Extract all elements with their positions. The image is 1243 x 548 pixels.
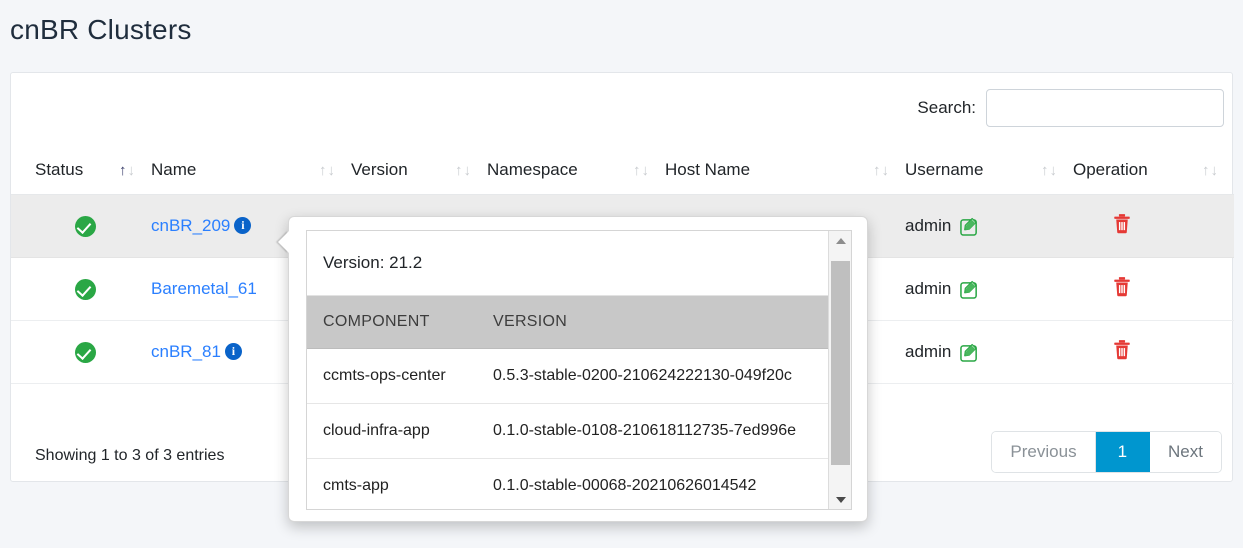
sort-up-icon: ↑ — [1041, 161, 1049, 179]
username-value: admin — [905, 216, 952, 235]
cluster-name-link[interactable]: cnBR_81 — [151, 342, 221, 361]
cluster-name-link[interactable]: Baremetal_61 — [151, 279, 257, 298]
username-value: admin — [905, 342, 952, 361]
sort-up-icon: ↑ — [455, 161, 463, 179]
sort-up-icon: ↑ — [873, 161, 881, 179]
search-label: Search: — [917, 98, 976, 117]
pagination-page-1[interactable]: 1 — [1095, 432, 1151, 472]
cell-status — [11, 320, 151, 384]
component-row: ccmts-ops-center 0.5.3-stable-0200-21062… — [307, 348, 828, 404]
component-version: 0.1.0-stable-00068-20210626014542 — [477, 458, 828, 509]
popover-scrollbar[interactable] — [828, 231, 851, 509]
table-header-row: Status ↑ ↓ Name ↑ ↓ Version ↑ ↓ Namespac… — [11, 148, 1234, 195]
scrollbar-up-button[interactable] — [829, 231, 851, 250]
edit-icon[interactable] — [960, 343, 979, 362]
delete-icon[interactable] — [1113, 276, 1131, 297]
sort-down-icon: ↓ — [127, 161, 136, 179]
table-info: Showing 1 to 3 of 3 entries — [35, 447, 225, 464]
scrollbar-down-button[interactable] — [829, 490, 851, 509]
column-header-operation[interactable]: Operation ↑ ↓ — [1073, 148, 1234, 195]
search-input[interactable] — [986, 89, 1224, 127]
chevron-up-icon — [835, 237, 846, 244]
sort-down-icon: ↓ — [1049, 161, 1058, 179]
sort-down-icon: ↓ — [463, 161, 472, 179]
cell-status — [11, 257, 151, 321]
components-table: COMPONENT VERSION ccmts-ops-center 0.5.3… — [307, 296, 828, 509]
cluster-name-link[interactable]: cnBR_209 — [151, 216, 230, 235]
cell-username: admin — [905, 257, 1073, 321]
column-label-operation: Operation — [1073, 160, 1148, 179]
sort-up-icon: ↑ — [633, 161, 641, 179]
column-label-host-name: Host Name — [665, 160, 751, 179]
edit-icon[interactable] — [960, 217, 979, 236]
search-row: Search: — [917, 89, 1224, 127]
cell-operation — [1073, 194, 1234, 258]
edit-icon[interactable] — [960, 280, 979, 299]
component-name: cloud-infra-app — [307, 403, 477, 459]
column-label-version: Version — [351, 160, 408, 179]
delete-icon[interactable] — [1113, 339, 1131, 360]
sort-down-icon: ↓ — [327, 161, 336, 179]
popover-scroll-content: Version: 21.2 COMPONENT VERSION ccmts-op… — [307, 231, 828, 509]
component-row: cmts-app 0.1.0-stable-00068-202106260145… — [307, 458, 828, 509]
sort-icon-version[interactable]: ↑ ↓ — [455, 163, 471, 178]
pagination: Previous 1 Next — [991, 431, 1222, 473]
status-ok-icon — [75, 278, 96, 300]
column-label-status: Status — [35, 160, 84, 179]
status-ok-icon — [75, 215, 96, 237]
component-name: ccmts-ops-center — [307, 348, 477, 404]
column-header-status[interactable]: Status ↑ ↓ — [11, 148, 151, 195]
column-header-name[interactable]: Name ↑ ↓ — [151, 148, 351, 195]
sort-icon-status[interactable]: ↑ ↓ — [119, 163, 135, 178]
cell-operation — [1073, 320, 1234, 384]
chevron-down-icon — [835, 496, 846, 503]
component-name: cmts-app — [307, 458, 477, 509]
page-root: cnBR Clusters Search: Status ↑ ↓ Name ↑ … — [0, 0, 1243, 548]
sort-down-icon: ↓ — [1210, 161, 1219, 179]
username-value: admin — [905, 279, 952, 298]
sort-up-icon: ↑ — [1202, 161, 1210, 179]
column-label-namespace: Namespace — [487, 160, 578, 179]
sort-icon-namespace[interactable]: ↑ ↓ — [633, 163, 649, 178]
sort-icon-operation[interactable]: ↑ ↓ — [1202, 163, 1218, 178]
components-header-row: COMPONENT VERSION — [307, 296, 828, 349]
components-table-header: COMPONENT VERSION — [307, 296, 828, 349]
version-popover: Version: 21.2 COMPONENT VERSION ccmts-op… — [278, 216, 868, 522]
popover-arrow-icon — [278, 231, 289, 253]
sort-up-icon: ↑ — [319, 161, 327, 179]
column-label-username: Username — [905, 160, 984, 179]
sort-icon-name[interactable]: ↑ ↓ — [319, 163, 335, 178]
delete-icon[interactable] — [1113, 213, 1131, 234]
sort-down-icon: ↓ — [881, 161, 890, 179]
component-version: 0.1.0-stable-0108-210618112735-7ed996e — [477, 403, 828, 459]
column-header-version[interactable]: Version ↑ ↓ — [351, 148, 487, 195]
pagination-next[interactable]: Next — [1150, 432, 1221, 472]
sort-icon-username[interactable]: ↑ ↓ — [1041, 163, 1057, 178]
sort-down-icon: ↓ — [641, 161, 650, 179]
cell-username: admin — [905, 194, 1073, 258]
cell-operation — [1073, 257, 1234, 321]
pagination-previous[interactable]: Previous — [992, 432, 1096, 472]
cell-username: admin — [905, 320, 1073, 384]
cell-status — [11, 194, 151, 258]
page-title: cnBR Clusters — [10, 14, 192, 45]
info-icon[interactable]: i — [234, 217, 252, 235]
components-column-component: COMPONENT — [307, 296, 477, 349]
sort-up-icon: ↑ — [119, 161, 127, 179]
info-icon[interactable]: i — [224, 343, 242, 361]
component-version: 0.5.3-stable-0200-210624222130-049f20c — [477, 348, 828, 404]
column-header-host-name[interactable]: Host Name ↑ ↓ — [665, 148, 905, 195]
component-row: cloud-infra-app 0.1.0-stable-0108-210618… — [307, 403, 828, 459]
components-column-version: VERSION — [477, 296, 828, 349]
sort-icon-host-name[interactable]: ↑ ↓ — [873, 163, 889, 178]
column-header-namespace[interactable]: Namespace ↑ ↓ — [487, 148, 665, 195]
scrollbar-thumb[interactable] — [831, 261, 850, 465]
status-ok-icon — [75, 341, 96, 363]
column-label-name: Name — [151, 160, 197, 179]
column-header-username[interactable]: Username ↑ ↓ — [905, 148, 1073, 195]
popover-inner: Version: 21.2 COMPONENT VERSION ccmts-op… — [306, 230, 852, 510]
components-table-body: ccmts-ops-center 0.5.3-stable-0200-21062… — [307, 348, 828, 509]
table-header: Status ↑ ↓ Name ↑ ↓ Version ↑ ↓ Namespac… — [11, 148, 1234, 195]
popover-version-label: Version: 21.2 — [307, 231, 828, 296]
